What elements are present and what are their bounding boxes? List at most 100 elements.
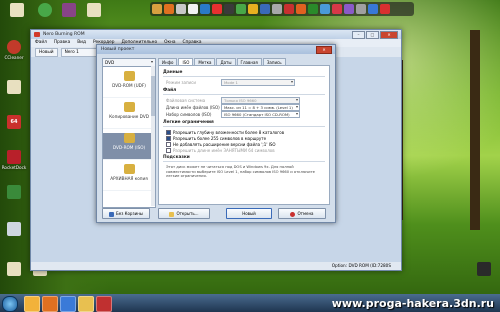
- tab-main[interactable]: Главная: [236, 58, 262, 65]
- dock-app-icon[interactable]: [308, 4, 318, 14]
- checkbox[interactable]: [166, 147, 171, 153]
- cancel-button[interactable]: Отмена: [278, 208, 326, 219]
- project-type-item[interactable]: АРХИВНАЯ копия: [103, 164, 155, 191]
- folder-icon: [10, 3, 24, 17]
- menu-view[interactable]: Вид: [77, 39, 86, 47]
- dock-app-icon[interactable]: [200, 4, 210, 14]
- menu-edit[interactable]: Правка: [54, 39, 70, 47]
- desktop-icon[interactable]: [0, 80, 28, 95]
- iso-tab-body: Данные Режим записи Mode 1 Файл Файловая…: [158, 65, 330, 205]
- window-titlebar[interactable]: Nero Burning ROM – □ ✕: [31, 30, 401, 39]
- desktop-icon[interactable]: [80, 3, 108, 18]
- fs-select[interactable]: Только ISO 9660: [221, 97, 300, 104]
- desktop-icon[interactable]: [0, 185, 28, 200]
- project-type-item[interactable]: Копирование DVD: [103, 102, 155, 129]
- filename-length-value: Макс. из 11 = 8 + 3 симв. (Level 1): [224, 105, 293, 110]
- maximize-button[interactable]: □: [366, 31, 379, 39]
- dock-app-icon[interactable]: [368, 4, 378, 14]
- charset-select[interactable]: ISO 9660 (Стандарт ISO CD-ROM): [221, 111, 300, 118]
- check-long-names[interactable]: Разрешить длине имён ЗАНЯТЫМИ 64 символо…: [163, 147, 325, 153]
- filename-length-select[interactable]: Макс. из 11 = 8 + 3 симв. (Level 1): [221, 104, 300, 111]
- tab-label[interactable]: Метка: [194, 58, 216, 65]
- mode-value: Mode 1: [224, 80, 238, 85]
- dock-app-icon[interactable]: [332, 4, 342, 14]
- help-button[interactable]: Без Корзины: [102, 208, 150, 219]
- project-type-item[interactable]: DVD-ROM (UDF): [103, 71, 155, 98]
- archive-icon: [123, 164, 135, 174]
- desktop-icon[interactable]: [55, 3, 83, 18]
- rocketdock-bar: [150, 2, 414, 16]
- status-bar: Option: DVD ROM (ID:7280S: [31, 262, 401, 270]
- dock-app-icon[interactable]: [248, 4, 258, 14]
- desktop-icon[interactable]: [0, 222, 28, 237]
- dock-app-icon[interactable]: [212, 4, 222, 14]
- wallpaper-trunk: [470, 30, 480, 230]
- new-button[interactable]: Новый: [226, 208, 272, 219]
- section-hint: Подсказки: [163, 155, 325, 162]
- dock-app-icon[interactable]: [380, 4, 390, 14]
- project-type-label: Копирование DVD: [109, 114, 149, 119]
- desktop-icon-aida64[interactable]: 64: [0, 115, 28, 130]
- dock-app-icon[interactable]: [320, 4, 330, 14]
- dock-app-icon[interactable]: [164, 4, 174, 14]
- start-button[interactable]: [2, 296, 18, 312]
- taskbar-app-icon[interactable]: [42, 296, 58, 312]
- dock-app-icon[interactable]: [344, 4, 354, 14]
- dialog-titlebar[interactable]: Новый проект ✕: [97, 45, 335, 54]
- list-scrollbar[interactable]: [151, 66, 155, 206]
- taskbar-app-icon[interactable]: [60, 296, 76, 312]
- dialog-close-button[interactable]: ✕: [316, 46, 332, 54]
- desktop-icon[interactable]: [470, 262, 498, 277]
- dock-app-icon[interactable]: [188, 4, 198, 14]
- taskbar-app-icon[interactable]: [96, 296, 112, 312]
- desktop-icon-ccleaner[interactable]: ССleaner: [0, 40, 28, 60]
- disc-folder-icon: [123, 71, 135, 81]
- media-select[interactable]: DVD: [103, 59, 155, 67]
- check-label: Разрешить глубину вложенности более 8 ка…: [173, 129, 285, 135]
- new-project-label: Новый: [39, 49, 54, 55]
- tab-burn[interactable]: Запись: [262, 58, 286, 65]
- app-icon: [7, 222, 21, 236]
- checkbox[interactable]: [166, 141, 171, 147]
- cancel-label: Отмена: [297, 211, 314, 216]
- desktop-icon[interactable]: [0, 262, 28, 277]
- dock-app-icon[interactable]: [224, 4, 234, 14]
- new-project-button[interactable]: Новый: [35, 47, 58, 57]
- tab-info[interactable]: Инфо: [158, 58, 178, 65]
- mode-select[interactable]: Mode 1: [221, 79, 295, 86]
- new-label: Новый: [242, 211, 256, 216]
- fs-value: Только ISO 9660: [224, 98, 257, 103]
- close-button[interactable]: ✕: [380, 31, 398, 39]
- tab-iso[interactable]: ISO: [178, 58, 194, 65]
- section-file: Файл: [163, 88, 325, 95]
- watermark-url: www.proga-hakera.3dn.ru: [331, 297, 494, 310]
- open-label: Открыть...: [176, 211, 199, 216]
- menu-file[interactable]: Файл: [35, 39, 47, 47]
- project-type-item-selected[interactable]: DVD-ROM (ISO): [103, 133, 155, 160]
- hint-text: Этот диск может не читаться под DOS и Wi…: [166, 165, 315, 179]
- desktop-icon-rocketdock[interactable]: RocketDock: [0, 150, 28, 170]
- open-button[interactable]: Открыть...: [158, 208, 210, 219]
- dock-app-icon[interactable]: [236, 4, 246, 14]
- check-label: Разрешить более 255 символов в маршруте: [173, 135, 267, 141]
- dock-app-icon[interactable]: [176, 4, 186, 14]
- desktop-icon[interactable]: [3, 3, 31, 18]
- dock-app-icon[interactable]: [272, 4, 282, 14]
- new-project-dialog: Новый проект ✕ DVD DVD-ROM (UDF) Копиров…: [96, 44, 336, 223]
- tab-dates[interactable]: Даты: [216, 58, 236, 65]
- dock-app-icon[interactable]: [260, 4, 270, 14]
- checkbox[interactable]: [166, 129, 171, 135]
- dock-app-icon[interactable]: [152, 4, 162, 14]
- taskbar-app-icon[interactable]: [24, 296, 40, 312]
- minimize-button[interactable]: –: [352, 31, 365, 39]
- document-icon: [87, 3, 101, 17]
- dock-app-icon[interactable]: [284, 4, 294, 14]
- dock-app-icon[interactable]: [356, 4, 366, 14]
- ccleaner-icon: [7, 40, 21, 54]
- scrollbar-thumb[interactable]: [151, 76, 155, 116]
- status-text: Option: DVD ROM (ID:7280S: [331, 263, 391, 268]
- taskbar-app-icon[interactable]: [78, 296, 94, 312]
- dock-app-icon[interactable]: [296, 4, 306, 14]
- checkbox[interactable]: [166, 135, 171, 141]
- mode-label: Режим записи: [166, 80, 196, 85]
